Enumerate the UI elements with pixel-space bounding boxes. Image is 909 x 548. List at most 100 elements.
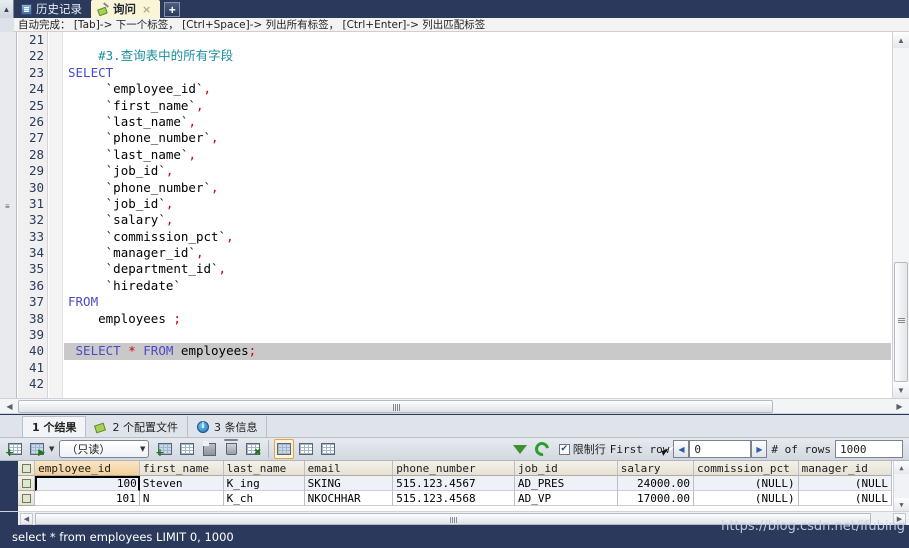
- code-line[interactable]: [64, 32, 891, 48]
- num-rows-input[interactable]: 1000: [835, 440, 903, 458]
- table-cell-phone_number[interactable]: 515.123.4567: [393, 476, 515, 491]
- code-line[interactable]: [64, 327, 891, 343]
- column-header-job_id[interactable]: job_id: [514, 461, 618, 476]
- edit-mode-select[interactable]: （只读） ▼: [59, 440, 150, 458]
- code-line[interactable]: `job_id`,: [64, 196, 891, 212]
- limit-rows-label: 限制行: [572, 443, 606, 456]
- scroll-up-icon[interactable]: ▲: [894, 461, 909, 474]
- text-view-button[interactable]: [318, 439, 338, 459]
- table-cell-commission_pct[interactable]: (NULL): [693, 491, 799, 506]
- result-tab-results[interactable]: 1 个结果: [22, 416, 87, 437]
- sql-editor[interactable]: ≡ 21 22 23 24 25 26 27 28 29 30 31 32 33 34 35 36 37 38 39…: [0, 32, 909, 398]
- table-cell-employee_id[interactable]: 101: [35, 491, 140, 506]
- table-cell-first_name[interactable]: Steven: [139, 476, 224, 491]
- chevron-down-icon[interactable]: ▼: [49, 445, 54, 453]
- grid-vertical-scrollbar[interactable]: ▲ ▼: [893, 461, 909, 511]
- column-header-last_name[interactable]: last_name: [223, 461, 305, 476]
- result-tab-messages[interactable]: 3 条信息: [188, 416, 268, 437]
- editor-horizontal-scrollbar[interactable]: ◀ ▶: [0, 398, 909, 414]
- table-cell-email[interactable]: NKOCHHAR: [304, 491, 394, 506]
- select-all-rows-checkbox[interactable]: [18, 461, 36, 476]
- table-cell-commission_pct[interactable]: (NULL): [693, 476, 799, 491]
- first-row-decrement-button[interactable]: ◀: [673, 440, 690, 458]
- close-icon[interactable]: ×: [142, 3, 151, 16]
- column-header-employee_id[interactable]: employee_id: [35, 461, 140, 476]
- grid-view-button[interactable]: [274, 439, 295, 459]
- table-cell-first_name[interactable]: N: [139, 491, 224, 506]
- table-cell-manager_id[interactable]: (NULL: [798, 491, 892, 506]
- result-tab-profiles[interactable]: 2 个配置文件: [86, 416, 188, 437]
- row-select-checkbox[interactable]: [18, 476, 36, 491]
- code-line[interactable]: employees ;: [64, 311, 891, 327]
- table-cell-salary[interactable]: 24000.00: [617, 476, 694, 491]
- add-row-button[interactable]: +: [5, 439, 25, 459]
- code-line[interactable]: `employee_id`,: [64, 81, 891, 97]
- table-cell-last_name[interactable]: K_ch: [223, 491, 305, 506]
- discard-changes-button[interactable]: ✖: [243, 439, 263, 459]
- editor-hscroll-thumb[interactable]: [18, 400, 773, 413]
- code-line[interactable]: SELECT * FROM employees;: [64, 343, 891, 360]
- save-changes-button[interactable]: [199, 439, 219, 459]
- scroll-left-icon[interactable]: ◀: [20, 513, 33, 525]
- table-cell-job_id[interactable]: AD_VP: [514, 491, 618, 506]
- scroll-down-icon[interactable]: ▼: [894, 498, 909, 511]
- column-header-salary[interactable]: salary: [617, 461, 694, 476]
- refresh-button[interactable]: [532, 439, 552, 459]
- code-line[interactable]: `first_name`,: [64, 98, 891, 114]
- code-line[interactable]: `phone_number`,: [64, 180, 891, 196]
- collapse-icon[interactable]: ≡: [5, 202, 10, 211]
- column-header-email[interactable]: email: [304, 461, 394, 476]
- column-header-commission_pct[interactable]: commission_pct: [693, 461, 799, 476]
- code-line[interactable]: `hiredate`: [64, 278, 891, 294]
- form-view-button[interactable]: [296, 439, 316, 459]
- sql-code-area[interactable]: #3.查询表中的所有字段 SELECT `employee_id`, `first…: [64, 32, 891, 398]
- tab-query[interactable]: 询问 ×: [91, 0, 161, 18]
- table-cell-salary[interactable]: 17000.00: [617, 491, 694, 506]
- table-cell-employee_id[interactable]: 100: [35, 476, 140, 491]
- column-header-manager_id[interactable]: manager_id: [798, 461, 892, 476]
- first-row-input[interactable]: 0: [689, 440, 752, 458]
- code-line[interactable]: FROM: [64, 294, 891, 310]
- code-line[interactable]: `manager_id`,: [64, 245, 891, 261]
- tab-scroll-left-button[interactable]: ▲: [0, 0, 14, 18]
- table-row[interactable]: 100 Steven K_ing SKING 515.123.4567 AD_PRES 24…: [18, 476, 892, 491]
- column-header-phone_number[interactable]: phone_number: [393, 461, 515, 476]
- scroll-right-icon[interactable]: ▶: [892, 399, 907, 414]
- editor-vertical-scrollbar[interactable]: ▲ ▼: [892, 32, 909, 398]
- row-select-checkbox[interactable]: [18, 491, 36, 506]
- code-line[interactable]: `job_id`,: [64, 163, 891, 179]
- table-cell-job_id[interactable]: AD_PRES: [514, 476, 618, 491]
- filter-button[interactable]: [510, 439, 530, 468]
- delete-row-button[interactable]: [221, 439, 241, 459]
- copy-row-button[interactable]: [177, 439, 197, 459]
- editor-vscroll-thumb[interactable]: [894, 262, 908, 382]
- export-recordset-button[interactable]: ▶: [27, 439, 47, 459]
- scroll-up-icon[interactable]: ▲: [893, 32, 909, 48]
- table-cell-manager_id[interactable]: (NULL: [798, 476, 892, 491]
- code-line[interactable]: #3.查询表中的所有字段: [64, 48, 891, 64]
- code-line[interactable]: `commission_pct`,: [64, 229, 891, 245]
- table-cell-phone_number[interactable]: 515.123.4568: [393, 491, 515, 506]
- table-cell-email[interactable]: SKING: [304, 476, 394, 491]
- code-line[interactable]: SELECT: [64, 65, 891, 81]
- insert-row-button[interactable]: +: [155, 439, 175, 459]
- code-line[interactable]: `salary`,: [64, 212, 891, 228]
- code-line[interactable]: [64, 376, 891, 392]
- results-grid[interactable]: employee_id first_name last_name email phone…: [0, 461, 909, 511]
- breakpoint-marker-column[interactable]: [49, 32, 63, 398]
- code-line[interactable]: `last_name`,: [64, 147, 891, 163]
- tab-history[interactable]: 历史记录: [14, 0, 91, 18]
- new-tab-button[interactable]: +: [164, 2, 181, 17]
- code-line[interactable]: `phone_number`,: [64, 130, 891, 146]
- code-line[interactable]: `department_id`,: [64, 261, 891, 277]
- scroll-down-icon[interactable]: ▼: [893, 382, 909, 398]
- limit-rows-checkbox[interactable]: ✔: [558, 443, 570, 455]
- code-line[interactable]: [64, 360, 891, 376]
- first-row-increment-button[interactable]: ▶: [751, 440, 768, 458]
- table-row[interactable]: 101 N K_ch NKOCHHAR 515.123.4568 AD_VP 17000.0…: [18, 491, 892, 506]
- column-header-first_name[interactable]: first_name: [139, 461, 224, 476]
- scroll-left-icon[interactable]: ◀: [2, 399, 17, 414]
- code-line[interactable]: `last_name`,: [64, 114, 891, 130]
- line-number: 38: [28, 310, 44, 326]
- table-cell-last_name[interactable]: K_ing: [223, 476, 305, 491]
